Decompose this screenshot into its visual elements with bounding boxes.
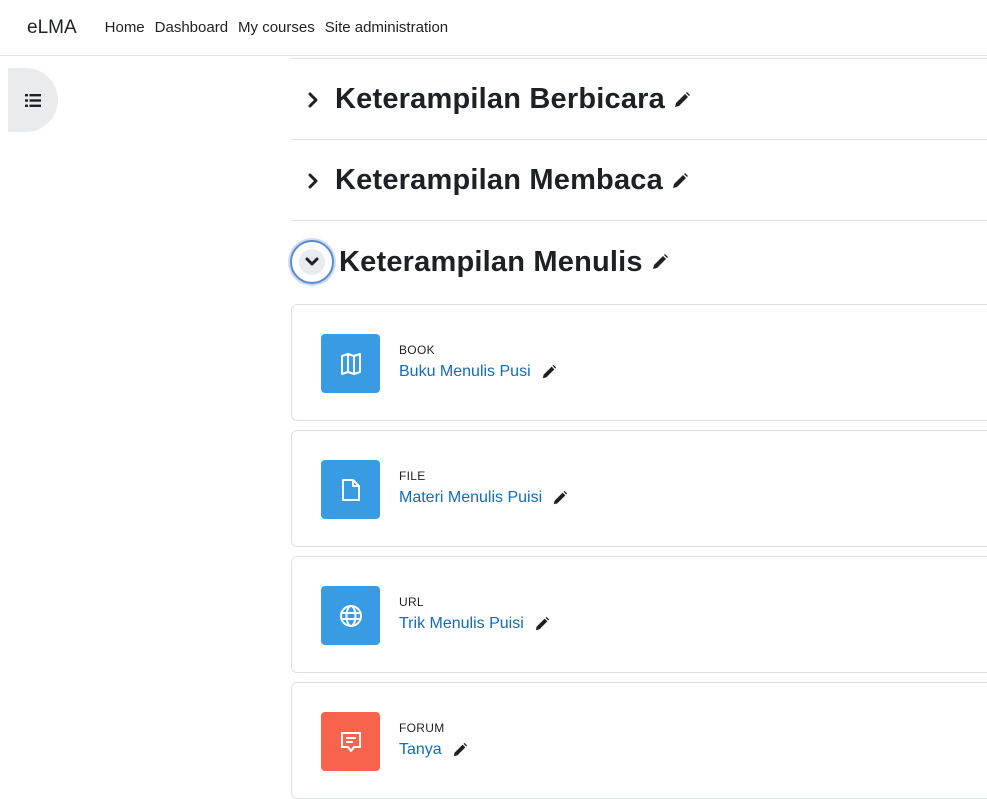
nav-site-administration[interactable]: Site administration bbox=[325, 19, 448, 36]
nav-dashboard[interactable]: Dashboard bbox=[155, 19, 228, 36]
forum-icon bbox=[340, 731, 361, 752]
chevron-right-icon bbox=[308, 92, 318, 107]
file-icon bbox=[341, 478, 360, 501]
edit-activity-name-button[interactable] bbox=[452, 742, 468, 758]
activity-book: BOOK Buku Menulis Pusi bbox=[291, 304, 987, 421]
focus-ring bbox=[290, 240, 334, 284]
nav-home[interactable]: Home bbox=[105, 19, 145, 36]
activity-link[interactable]: Trik Menulis Puisi bbox=[399, 615, 524, 633]
section-expand-toggle[interactable] bbox=[291, 92, 335, 108]
pencil-icon bbox=[553, 490, 568, 505]
activity-url: URL Trik Menulis Puisi bbox=[291, 556, 987, 673]
edit-activity-name-button[interactable] bbox=[541, 364, 557, 380]
activity-icon bbox=[321, 334, 380, 393]
edit-title-button[interactable] bbox=[673, 91, 691, 109]
chevron-right-icon bbox=[308, 173, 318, 188]
section-title[interactable]: Keterampilan Membaca bbox=[335, 164, 663, 197]
edit-title-button[interactable] bbox=[671, 172, 689, 190]
edit-activity-name-button[interactable] bbox=[552, 490, 568, 506]
activity-icon bbox=[321, 712, 380, 771]
activity-type: URL bbox=[399, 595, 424, 609]
activity-icon bbox=[321, 586, 380, 645]
activity-file: FILE Materi Menulis Puisi bbox=[291, 430, 987, 547]
list-icon bbox=[25, 93, 41, 107]
activity-type: FILE bbox=[399, 469, 426, 483]
section-keterampilan-membaca: Keterampilan Membaca bbox=[291, 141, 987, 221]
activity-type: BOOK bbox=[399, 343, 435, 357]
pencil-icon bbox=[675, 91, 690, 107]
activity-icon bbox=[321, 460, 380, 519]
pencil-icon bbox=[542, 364, 556, 379]
edit-activity-name-button[interactable] bbox=[534, 616, 550, 632]
pencil-icon bbox=[672, 172, 688, 188]
activity-link[interactable]: Tanya bbox=[399, 741, 442, 759]
book-icon bbox=[340, 352, 361, 375]
edit-title-button[interactable] bbox=[651, 253, 669, 271]
section-expand-toggle[interactable] bbox=[291, 173, 335, 189]
activity-type: FORUM bbox=[399, 721, 445, 735]
top-navbar: eLMA Home Dashboard My courses Site admi… bbox=[0, 0, 987, 56]
activity-link[interactable]: Buku Menulis Pusi bbox=[399, 363, 531, 381]
nav-my-courses[interactable]: My courses bbox=[238, 19, 315, 36]
divider bbox=[291, 58, 987, 59]
course-index-toggle[interactable] bbox=[8, 68, 58, 132]
pencil-icon bbox=[535, 616, 549, 631]
pencil-icon bbox=[652, 254, 668, 269]
globe-icon bbox=[339, 604, 362, 627]
section-title[interactable]: Keterampilan Menulis bbox=[339, 246, 643, 279]
activity-forum: FORUM Tanya bbox=[291, 682, 987, 799]
section-title[interactable]: Keterampilan Berbicara bbox=[335, 83, 665, 116]
section-collapse-toggle[interactable] bbox=[290, 240, 335, 284]
activity-link[interactable]: Materi Menulis Puisi bbox=[399, 489, 542, 507]
pencil-icon bbox=[453, 742, 467, 757]
section-keterampilan-berbicara: Keterampilan Berbicara bbox=[291, 60, 987, 140]
section-keterampilan-menulis: Keterampilan Menulis bbox=[290, 222, 987, 302]
chevron-down-icon bbox=[305, 257, 319, 266]
site-brand[interactable]: eLMA bbox=[27, 17, 77, 39]
